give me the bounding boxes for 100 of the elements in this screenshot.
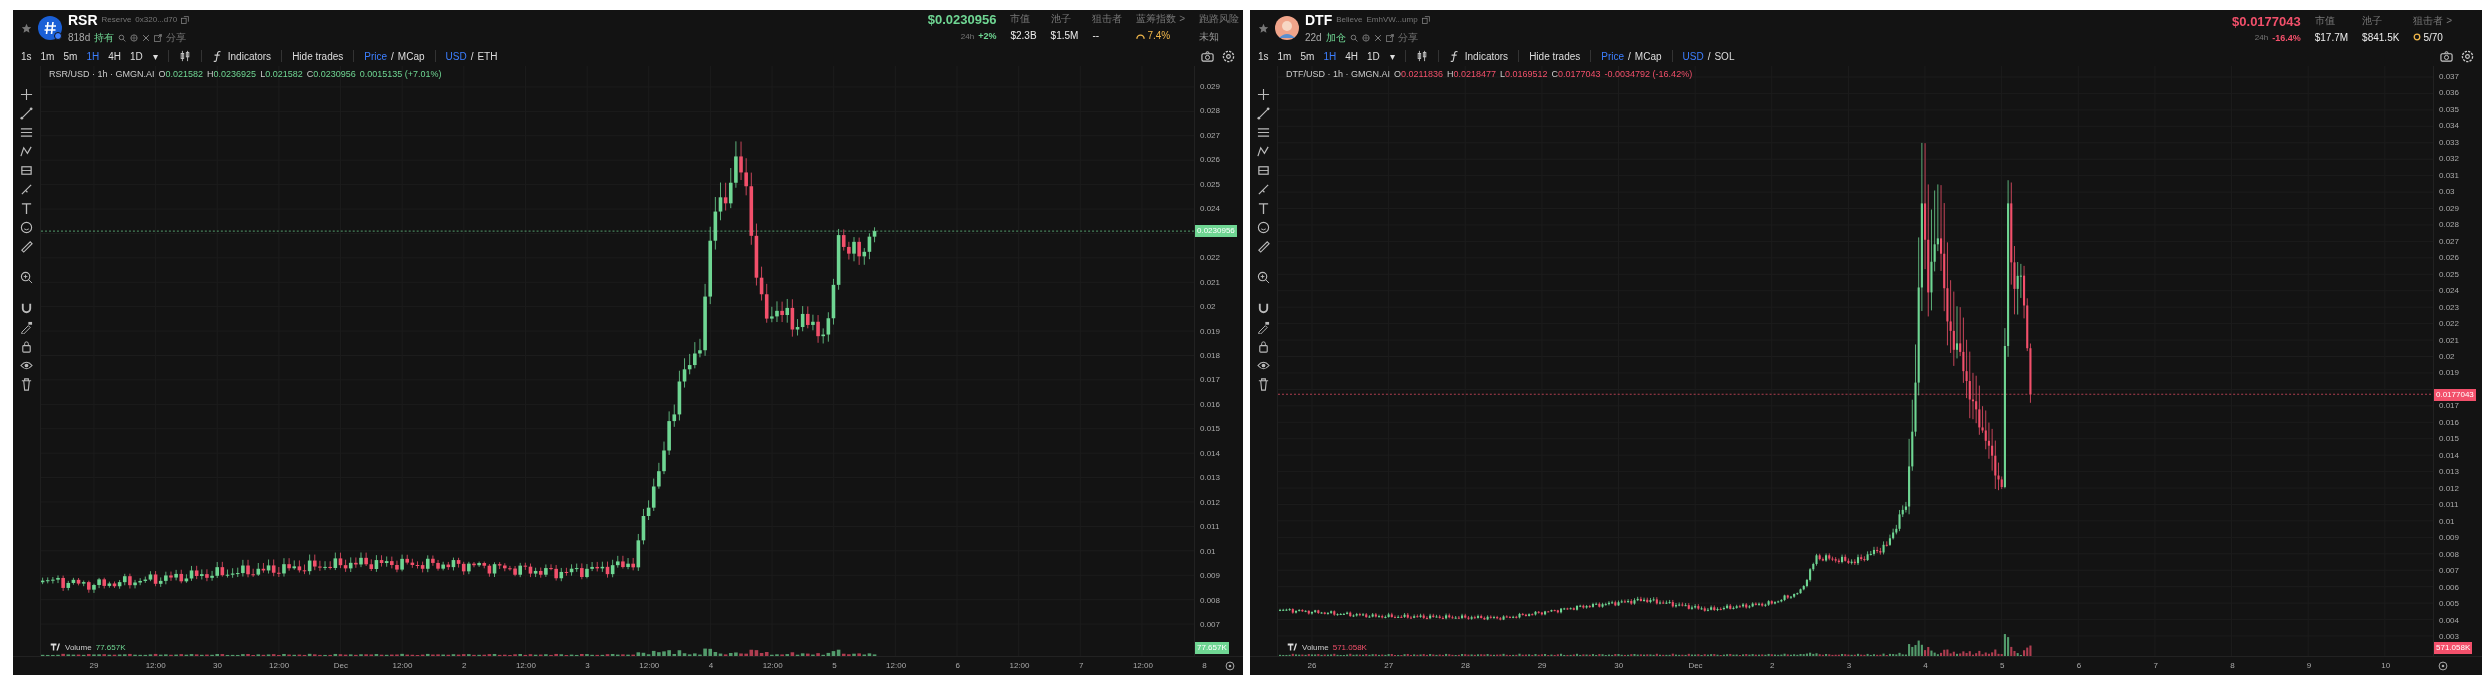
ohlc-value: 0.0177043 (1558, 69, 1601, 79)
interval-tab[interactable]: 4H (108, 50, 121, 62)
price-axis-label: 0.03 (2439, 187, 2455, 198)
time-axis-label: 12:00 (1132, 661, 1153, 670)
interval-tab[interactable]: 1m (40, 50, 55, 62)
stat-value: 7.4% (1147, 30, 1171, 41)
currency-toggle[interactable]: ETH (477, 50, 498, 62)
price-axis-label: 0.012 (2439, 483, 2460, 494)
holding-label[interactable]: 加仓 (1325, 30, 1346, 45)
currency-toggle[interactable]: SOL (1714, 50, 1735, 62)
interval-tab[interactable]: 1H (1323, 50, 1337, 62)
price-axis-label: 0.023 (2439, 302, 2460, 313)
price-axis-label: 0.02 (1200, 302, 1216, 313)
ohlc-label: H (1446, 69, 1454, 79)
stat-label: 狙击者 > (2413, 13, 2452, 28)
price-axis-label: 0.016 (1200, 399, 1221, 410)
token-name: Reserve (101, 15, 132, 24)
time-axis-label: 29 (1537, 661, 1547, 670)
share-link[interactable]: 分享 (1397, 30, 1418, 45)
price-axis-label: 0.026 (2439, 253, 2460, 264)
price-axis-label: 0.011 (1200, 522, 1220, 533)
toggle-divider: / (470, 50, 474, 62)
time-axis-label: 5 (2000, 661, 2005, 670)
interval-tab[interactable]: 5m (63, 50, 78, 62)
price-axis-label: 0.005 (2439, 599, 2460, 610)
price-mode-toggle[interactable]: MCap (1634, 50, 1662, 62)
price-axis-label: 0.026 (1200, 155, 1221, 166)
ohlc-label: H (207, 69, 214, 79)
hide-trades-button[interactable]: Hide trades (1529, 50, 1581, 62)
ohlc-label: O (1394, 69, 1402, 79)
ohlc-value: 0.0169512 (1505, 69, 1548, 79)
interval-tab[interactable]: 1H (86, 50, 100, 62)
price-axis-label: 0.033 (2439, 137, 2460, 148)
ohlc-value: 0.021582 (265, 69, 303, 79)
price-axis-label: 0.024 (2439, 286, 2460, 297)
interval-tab[interactable]: 1s (1258, 50, 1269, 62)
ohlc-value: 0.0211836 (1401, 69, 1443, 79)
current-price: $0.0177043 (2232, 13, 2301, 29)
time-axis-label: 6 (955, 661, 960, 670)
interval-tab[interactable]: 1D (129, 50, 143, 62)
stat-label: 池子 (1050, 12, 1072, 26)
price-axis-label: 0.009 (2439, 533, 2460, 544)
time-axis-label: 12:00 (269, 661, 290, 670)
price-axis-label: 0.019 (2439, 368, 2460, 379)
price-axis-label: 0.006 (2439, 582, 2460, 593)
interval-tab[interactable]: 1D (1366, 50, 1380, 62)
interval-dropdown[interactable]: ▾ (1389, 50, 1395, 62)
ohlc-label: C (306, 69, 314, 79)
token-address[interactable]: EmhVW...ump (1366, 15, 1418, 24)
price-mode-toggle[interactable]: Price (364, 50, 388, 62)
stat-value: $17.7M (2314, 31, 2349, 43)
interval-tab[interactable]: 1m (1277, 50, 1292, 62)
time-axis-label: 2 (1769, 661, 1775, 670)
interval-tab[interactable]: 4H (1345, 50, 1358, 62)
price-axis-label: 0.014 (2439, 450, 2460, 461)
volume-value: 571.058K (1332, 642, 1367, 652)
time-axis-label: 27 (1384, 661, 1394, 670)
stat-value: -- (1092, 30, 1100, 41)
price-change: +2% (978, 31, 997, 41)
chart-legend: DTF/USD · 1h · GMGN.AI (1286, 69, 1390, 79)
currency-toggle[interactable]: USD (445, 50, 467, 62)
price-axis-label: 0.009 (1200, 571, 1221, 582)
interval-tab[interactable]: 1s (21, 50, 32, 62)
price-axis-label: 0.017 (1200, 375, 1221, 386)
holding-label[interactable]: 持有 (94, 30, 115, 45)
time-axis-label: 29 (89, 661, 99, 670)
time-axis-label: 4 (1923, 661, 1928, 670)
price-mode-toggle[interactable]: MCap (397, 50, 425, 62)
time-axis-label: 12:00 (639, 661, 660, 670)
price-axis-label: 0.028 (1200, 106, 1221, 117)
legend-change: 0.0015135 (+7.01%) (359, 69, 442, 79)
token-symbol: RSR (68, 11, 98, 28)
hide-trades-button[interactable]: Hide trades (292, 50, 344, 62)
change-period: 24h (960, 31, 975, 41)
price-axis-label: 0.037 (2439, 72, 2460, 82)
time-axis-label: 3 (1846, 661, 1852, 670)
ohlc-value: 0.0218477 (1453, 69, 1496, 79)
indicators-button[interactable]: Indicators (227, 50, 272, 62)
indicators-button[interactable]: Indicators (1464, 50, 1509, 62)
time-axis-label: 12:00 (392, 661, 413, 670)
price-axis-label: 0.003 (2439, 632, 2460, 642)
price-tag: 0.0230956 (1195, 225, 1237, 238)
time-axis-label: 12:00 (1009, 661, 1030, 670)
price-axis-label: 0.01 (2439, 516, 2455, 527)
stat-value: $2.3B (1010, 30, 1037, 41)
interval-tab[interactable]: 5m (1300, 50, 1315, 62)
interval-dropdown[interactable]: ▾ (152, 50, 158, 62)
price-axis-label: 0.007 (2439, 566, 2460, 577)
share-link[interactable]: 分享 (166, 30, 187, 45)
price-tag: 0.0177043 (2434, 388, 2476, 401)
currency-toggle[interactable]: USD (1682, 50, 1704, 62)
stat-label: 池子 (2362, 13, 2384, 28)
price-axis-label: 0.01 (1200, 546, 1216, 557)
ohlc-label: L (1499, 69, 1505, 79)
price-mode-toggle[interactable]: Price (1601, 50, 1625, 62)
price-axis-label: 0.028 (2439, 220, 2460, 231)
price-axis-label: 0.021 (1200, 277, 1221, 288)
time-axis-label: 12:00 (762, 661, 783, 670)
time-axis-label: Dec (333, 661, 348, 670)
token-address[interactable]: 0x320...d70 (135, 15, 178, 24)
